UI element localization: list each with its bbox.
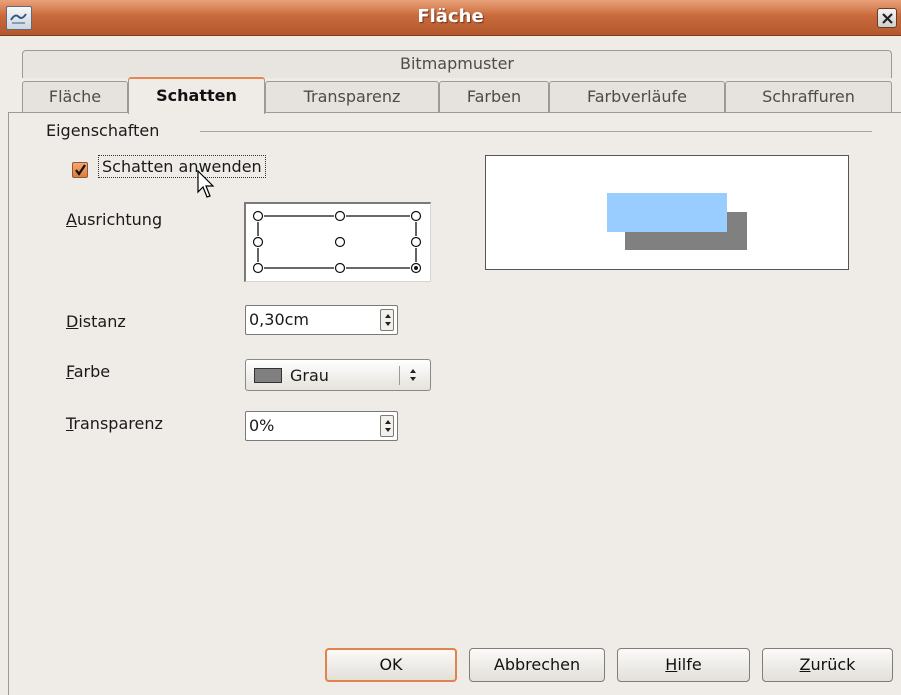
tab-farben[interactable]: Farben bbox=[439, 81, 549, 113]
cancel-button[interactable]: Abbrechen bbox=[469, 648, 605, 682]
help-button[interactable]: Hilfe bbox=[617, 648, 750, 682]
transparency-value: 0% bbox=[249, 416, 275, 435]
tab-farbverlaeufe[interactable]: Farbverläufe bbox=[549, 81, 725, 113]
alignment-label: Ausrichtung bbox=[66, 210, 163, 229]
tab-bitmapmuster[interactable]: Bitmapmuster bbox=[22, 50, 892, 78]
color-label: Farbe bbox=[66, 362, 111, 381]
group-title: Eigenschaften bbox=[46, 121, 160, 140]
shadow-preview bbox=[485, 155, 849, 270]
align-center-radio bbox=[334, 236, 346, 248]
mouse-pointer-icon bbox=[197, 170, 215, 198]
align-top-left-radio bbox=[252, 210, 264, 222]
distance-value: 0,30cm bbox=[249, 310, 310, 329]
combo-separator bbox=[399, 366, 400, 385]
color-swatch bbox=[254, 368, 282, 383]
ok-button[interactable]: OK bbox=[325, 648, 457, 682]
align-bottom-left-radio bbox=[252, 262, 264, 274]
align-middle-right-radio bbox=[410, 236, 422, 248]
alignment-selector[interactable] bbox=[244, 202, 431, 282]
tab-schraffuren[interactable]: Schraffuren bbox=[725, 81, 892, 113]
distance-label: Distanz bbox=[66, 312, 126, 331]
tab-transparenz[interactable]: Transparenz bbox=[265, 81, 439, 113]
tab-schatten[interactable]: Schatten bbox=[128, 77, 265, 114]
color-value: Grau bbox=[290, 366, 329, 385]
color-dropdown[interactable]: Grau bbox=[245, 359, 431, 391]
apply-shadow-label[interactable]: Schatten anwenden bbox=[98, 155, 266, 178]
distance-spinbox[interactable]: 0,30cm bbox=[245, 305, 398, 335]
transparency-label: Transparenz bbox=[66, 414, 163, 433]
align-bottom-center-radio bbox=[334, 262, 346, 274]
align-top-center-radio bbox=[334, 210, 346, 222]
title-bar: Fläche bbox=[0, 0, 901, 36]
apply-shadow-checkbox[interactable] bbox=[72, 162, 88, 178]
transparency-spinbox[interactable]: 0% bbox=[245, 411, 398, 441]
tab-label: Bitmapmuster bbox=[400, 54, 514, 73]
close-icon[interactable] bbox=[877, 8, 897, 28]
align-top-right-radio bbox=[410, 210, 422, 222]
tab-flaeche[interactable]: Fläche bbox=[22, 81, 128, 113]
back-button[interactable]: Zurück bbox=[762, 648, 893, 682]
preview-object bbox=[607, 193, 727, 232]
transparency-stepper[interactable] bbox=[380, 415, 394, 437]
window-title: Fläche bbox=[417, 6, 484, 27]
distance-stepper[interactable] bbox=[380, 309, 394, 331]
group-divider bbox=[200, 131, 872, 132]
align-middle-left-radio bbox=[252, 236, 264, 248]
tab-bar: Fläche Schatten Transparenz Farben Farbv… bbox=[0, 77, 901, 114]
